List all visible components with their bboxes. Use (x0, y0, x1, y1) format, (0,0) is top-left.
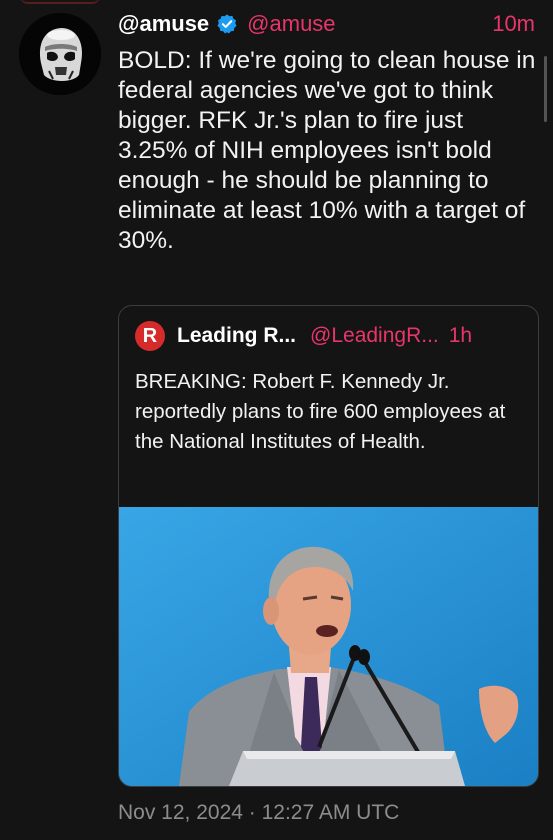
quoted-tweet[interactable]: R Leading R... @LeadingR... 1h BREAKING:… (118, 305, 539, 787)
quoted-handle[interactable]: @LeadingR... (310, 324, 439, 348)
tweet-text: BOLD: If we're going to clean house in f… (118, 47, 536, 254)
quoted-avatar-logo[interactable]: R (135, 321, 165, 351)
quoted-relative-time[interactable]: 1h (449, 324, 472, 348)
quoted-tweet-header: R Leading R... @LeadingR... 1h (135, 320, 524, 352)
previous-post-arc (20, 0, 100, 4)
quoted-display-name[interactable]: Leading R... (177, 324, 296, 348)
quoted-tweet-photo[interactable] (119, 507, 538, 786)
display-name[interactable]: @amuse (118, 11, 209, 37)
avatar[interactable] (19, 13, 101, 95)
handle[interactable]: @amuse (247, 11, 335, 37)
quoted-tweet-text: BREAKING: Robert F. Kennedy Jr. reported… (135, 370, 506, 453)
stormtrooper-avatar-icon (19, 13, 101, 95)
tweet-header: @amuse @amuse 10m (118, 8, 535, 40)
speaker-at-podium-image (119, 507, 538, 786)
scrollbar[interactable] (544, 56, 547, 122)
relative-time[interactable]: 10m (492, 11, 535, 37)
verified-badge-icon (216, 13, 238, 35)
full-timestamp[interactable]: Nov 12, 2024 · 12:27 AM UTC (118, 801, 399, 825)
